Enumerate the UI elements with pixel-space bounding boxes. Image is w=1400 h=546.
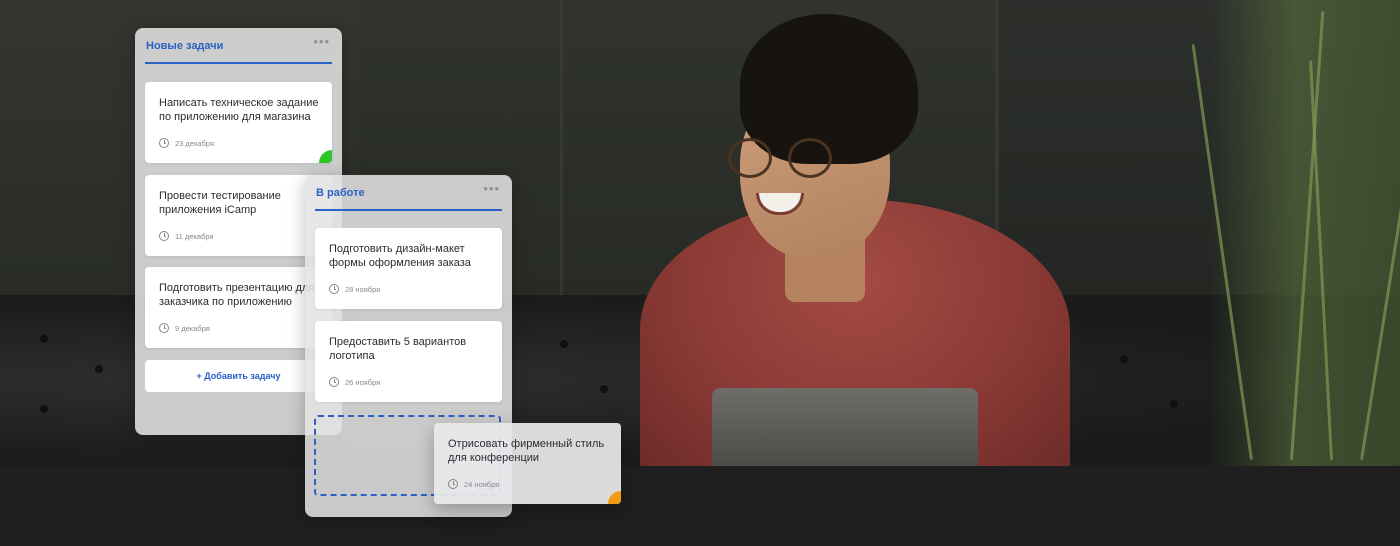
- date-text: 28 ноября: [345, 284, 381, 294]
- column-title: В работе: [316, 187, 365, 199]
- date-text: 23 декабря: [175, 138, 215, 148]
- sofa-tuft: [600, 385, 608, 393]
- date-text: 9 декабря: [175, 323, 210, 333]
- column-header: Новые задачи •••: [145, 34, 332, 64]
- task-title: Написать техническое задание по приложен…: [159, 97, 319, 123]
- date-text: 11 декабря: [175, 231, 214, 241]
- clock-icon: [159, 231, 169, 241]
- task-title: Предоставить 5 вариантов логотипа: [329, 336, 467, 362]
- more-horizontal-icon[interactable]: •••: [483, 181, 500, 196]
- more-horizontal-icon[interactable]: •••: [313, 34, 330, 49]
- sofa-tuft: [560, 340, 568, 348]
- clock-icon: [448, 479, 458, 489]
- glasses-lens: [788, 138, 832, 178]
- glasses-lens: [728, 138, 772, 178]
- dragging-task-card[interactable]: Отрисовать фирменный стиль для конференц…: [434, 423, 621, 504]
- task-date: 23 декабря: [159, 137, 214, 149]
- status-flag-green: [319, 150, 332, 163]
- date-text: 26 ноября: [345, 377, 381, 387]
- column-title: Новые задачи: [146, 40, 224, 52]
- task-card[interactable]: Подготовить дизайн-макет формы оформлени…: [315, 228, 502, 309]
- plant-blade: [1360, 25, 1400, 461]
- task-date: 24 ноября: [448, 478, 499, 490]
- date-text: 24 ноября: [464, 479, 500, 489]
- status-flag-orange: [608, 491, 621, 504]
- task-title: Провести тестирование приложения iCamp: [159, 190, 281, 216]
- clock-icon: [159, 138, 169, 148]
- clock-icon: [329, 284, 339, 294]
- task-card[interactable]: Провести тестирование приложения iCamp 1…: [145, 175, 332, 256]
- task-title: Подготовить дизайн-макет формы оформлени…: [329, 243, 471, 269]
- plant-blade: [1309, 60, 1333, 461]
- sofa-tuft: [95, 365, 103, 373]
- person: [640, 0, 1070, 466]
- task-date: 28 ноября: [329, 283, 380, 295]
- task-title: Отрисовать фирменный стиль для конференц…: [448, 438, 605, 464]
- task-date: 11 декабря: [159, 230, 213, 242]
- task-card[interactable]: Написать техническое задание по приложен…: [145, 82, 332, 163]
- plant: [1191, 0, 1400, 466]
- clock-icon: [329, 377, 339, 387]
- task-card[interactable]: Подготовить презентацию для заказчика по…: [145, 267, 332, 348]
- hair: [740, 14, 918, 164]
- sofa-tuft: [1120, 355, 1128, 363]
- wall-seam: [560, 0, 563, 300]
- sofa-tuft: [40, 335, 48, 343]
- column-header: В работе •••: [315, 181, 502, 211]
- laptop: [712, 388, 978, 466]
- add-task-button[interactable]: + Добавить задачу: [145, 360, 332, 392]
- sofa-tuft: [40, 405, 48, 413]
- task-title: Подготовить презентацию для заказчика по…: [159, 282, 314, 308]
- clock-icon: [159, 323, 169, 333]
- task-date: 9 декабря: [159, 322, 210, 334]
- task-card[interactable]: Предоставить 5 вариантов логотипа 26 ноя…: [315, 321, 502, 402]
- sofa-tuft: [1170, 400, 1178, 408]
- task-date: 26 ноября: [329, 376, 380, 388]
